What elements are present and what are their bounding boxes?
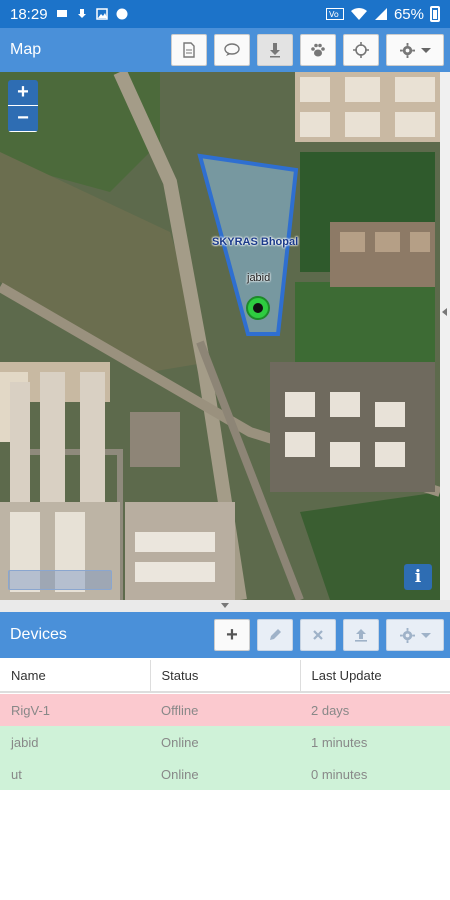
table-row[interactable]: jabid Online 1 minutes <box>0 726 450 758</box>
bottom-panel-handle[interactable] <box>0 600 450 612</box>
message-icon <box>56 10 67 17</box>
device-name: jabid <box>0 726 150 758</box>
status-bar: 18:29 Vo 65% <box>0 0 450 28</box>
edit-device-button[interactable] <box>257 619 293 651</box>
events-button[interactable] <box>214 34 250 66</box>
history-button[interactable] <box>300 34 336 66</box>
chevron-down-icon <box>221 603 229 608</box>
device-status: Online <box>150 726 300 758</box>
device-name: RigV-1 <box>0 694 150 726</box>
zoom-out-button[interactable]: − <box>8 106 38 132</box>
download-icon <box>77 9 86 18</box>
map-toolbar <box>171 34 444 66</box>
share-device-button[interactable] <box>343 619 379 651</box>
zoom-controls: + − <box>8 80 38 132</box>
device-name: ut <box>0 758 150 790</box>
chevron-down-icon <box>420 47 431 53</box>
satellite-imagery <box>0 72 440 600</box>
device-marker-label: jabid <box>247 272 271 284</box>
devices-panel-header: Devices + <box>0 612 450 658</box>
column-header-status[interactable]: Status <box>150 660 301 693</box>
signal-icon <box>374 8 387 20</box>
chevron-down-icon <box>420 632 431 638</box>
locate-button[interactable] <box>343 34 379 66</box>
image-icon <box>95 8 108 20</box>
gear-icon <box>399 627 415 643</box>
table-header-row: Name Status Last Update <box>0 660 450 693</box>
table-row[interactable]: RigV-1 Offline 2 days <box>0 694 450 726</box>
map-settings-button[interactable] <box>386 34 444 66</box>
zoom-in-button[interactable]: + <box>8 80 38 106</box>
battery-percent: 65% <box>393 5 424 23</box>
clock: 18:29 <box>10 5 48 23</box>
map-scale-bar <box>8 570 112 590</box>
device-settings-button[interactable] <box>386 619 444 651</box>
svg-text:Vo: Vo <box>329 10 339 19</box>
geofence-label: SKYRAS Bhopal <box>212 236 299 248</box>
device-last-update: 1 minutes <box>300 726 450 758</box>
follow-button[interactable] <box>257 34 293 66</box>
pencil-icon <box>270 629 281 640</box>
map-panel-title: Map <box>10 41 42 58</box>
volte-icon: Vo <box>325 8 344 20</box>
remove-device-button[interactable] <box>300 619 336 651</box>
chevron-left-icon <box>442 308 447 316</box>
column-header-last-update[interactable]: Last Update <box>300 660 450 693</box>
download-icon <box>270 43 280 58</box>
map-view[interactable]: SKYRAS Bhopal jabid + − i <box>0 72 440 600</box>
devices-toolbar: + <box>214 619 444 651</box>
paw-icon <box>311 43 325 57</box>
device-status: Offline <box>150 694 300 726</box>
crosshair-icon <box>353 42 369 58</box>
report-button[interactable] <box>171 34 207 66</box>
battery-icon <box>430 6 440 22</box>
device-last-update: 2 days <box>300 694 450 726</box>
side-panel-handle[interactable] <box>440 72 450 600</box>
gear-icon <box>399 42 415 58</box>
comment-icon <box>224 43 240 56</box>
close-icon <box>313 630 323 640</box>
map-panel-header: Map <box>0 28 450 72</box>
devices-table: Name Status Last Update RigV-1 Offline 2… <box>0 660 450 790</box>
device-status: Online <box>150 758 300 790</box>
add-device-button[interactable]: + <box>214 619 250 651</box>
file-icon <box>183 42 195 58</box>
device-last-update: 0 minutes <box>300 758 450 790</box>
table-row[interactable]: ut Online 0 minutes <box>0 758 450 790</box>
upload-icon <box>355 629 367 642</box>
devices-panel-title: Devices <box>10 626 67 643</box>
wifi-icon <box>350 7 367 20</box>
info-button[interactable]: i <box>404 564 432 590</box>
app-icon <box>116 8 128 20</box>
column-header-name[interactable]: Name <box>0 660 151 693</box>
